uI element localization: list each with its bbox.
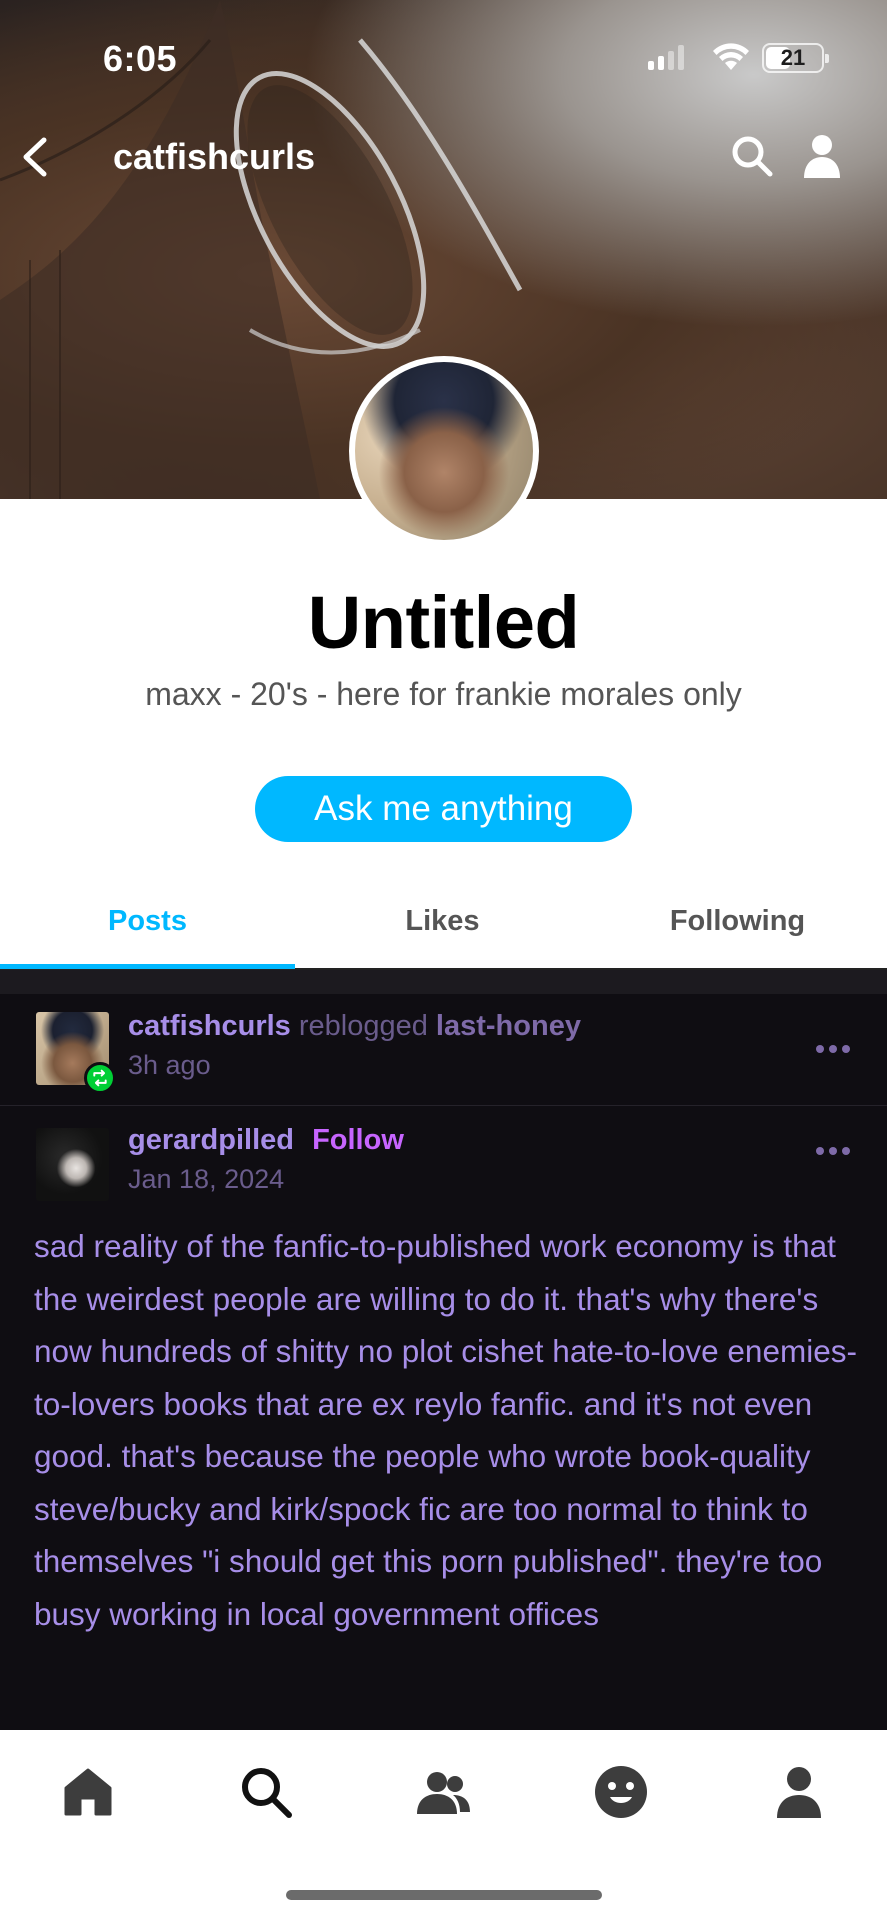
status-bar: 6:05 21: [0, 0, 887, 120]
op-avatar[interactable]: [36, 1128, 109, 1201]
smiley-icon[interactable]: [591, 1762, 651, 1822]
blog-name-title: catfishcurls: [113, 136, 316, 177]
active-tab-indicator: [0, 964, 295, 969]
account-icon[interactable]: [769, 1762, 829, 1822]
profile-tabs: Posts Likes Following: [0, 880, 887, 970]
people-icon[interactable]: [413, 1762, 473, 1822]
reblog-line: catfishcurls reblogged last-honey: [128, 1010, 581, 1043]
blog-title: Untitled: [307, 581, 580, 664]
post-more-options-icon[interactable]: [816, 1142, 860, 1156]
battery-icon: 21: [762, 43, 829, 73]
ask-me-anything-button[interactable]: Ask me anything: [255, 776, 632, 842]
reblog-timestamp: 3h ago: [128, 1050, 211, 1080]
search-icon[interactable]: [728, 132, 776, 180]
search-icon[interactable]: [236, 1762, 296, 1822]
battery-level: 21: [780, 45, 806, 70]
tab-likes[interactable]: Likes: [295, 880, 590, 970]
reblog-more-options-icon[interactable]: [816, 1040, 860, 1054]
reblog-header: catfishcurls reblogged last-honey 3h ago: [0, 994, 887, 1106]
op-date: Jan 18, 2024: [128, 1164, 285, 1194]
blog-description: maxx - 20's - here for frankie morales o…: [145, 676, 742, 712]
home-icon[interactable]: [58, 1762, 118, 1822]
tab-following[interactable]: Following: [590, 880, 885, 970]
blog-avatar[interactable]: [349, 356, 539, 546]
reblog-icon: [84, 1062, 116, 1094]
tab-posts[interactable]: Posts: [0, 880, 295, 970]
back-icon[interactable]: [14, 130, 58, 184]
post-feed: catfishcurls reblogged last-honey 3h ago…: [0, 970, 887, 1730]
op-header: gerardpilled Follow: [128, 1124, 404, 1157]
op-username[interactable]: gerardpilled: [128, 1124, 294, 1156]
reblog-source-name[interactable]: last-honey: [436, 1010, 581, 1042]
post-card: catfishcurls reblogged last-honey 3h ago…: [0, 994, 887, 1730]
cellular-signal-icon: [648, 44, 684, 70]
reblogger-name[interactable]: catfishcurls: [128, 1010, 291, 1042]
reblog-verb: reblogged: [298, 1010, 428, 1042]
follow-button[interactable]: Follow: [312, 1124, 404, 1156]
post-body-text: sad reality of the fanfic-to-published w…: [34, 1228, 857, 1632]
status-time: 6:05: [103, 38, 178, 79]
home-indicator: [286, 1890, 602, 1900]
account-icon[interactable]: [800, 132, 844, 180]
wifi-icon: [713, 43, 749, 70]
